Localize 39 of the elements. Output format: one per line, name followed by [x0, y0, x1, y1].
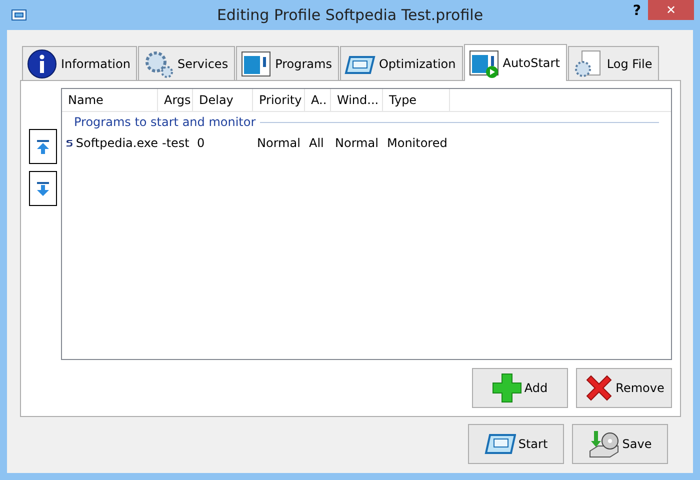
table-cell: -test [162, 136, 190, 150]
tab[interactable]: Programs [236, 46, 339, 80]
start-button[interactable]: Start [468, 424, 564, 464]
move-down-button[interactable] [29, 171, 57, 206]
down-arrow-icon [36, 180, 50, 196]
close-button[interactable]: ✕ [648, 0, 694, 20]
tab[interactable]: AutoStart [464, 44, 567, 81]
column-header[interactable]: Type [383, 89, 450, 111]
window-title: Editing Profile Softpedia Test.profile [216, 6, 484, 24]
move-up-button[interactable] [29, 129, 57, 164]
plus-icon [492, 373, 522, 403]
column-header[interactable]: A.. [305, 89, 331, 111]
up-arrow-icon [36, 138, 50, 154]
add-button[interactable]: Add [472, 368, 568, 408]
table-cell: Softpedia.exe [76, 136, 158, 150]
column-header[interactable]: Wind... [331, 89, 383, 111]
tab[interactable]: Information [22, 46, 138, 80]
table-cell: Normal [335, 136, 378, 150]
tab[interactable]: Log File [568, 46, 660, 80]
column-header[interactable]: Name [62, 89, 158, 111]
column-header[interactable]: Delay [193, 89, 253, 111]
remove-button[interactable]: Remove [576, 368, 672, 408]
window-icon [240, 48, 272, 78]
column-header[interactable]: Priority [253, 89, 305, 111]
table-cell: 0 [197, 136, 205, 150]
help-button[interactable]: ? [626, 2, 647, 20]
disk-drive-icon [588, 429, 620, 459]
window-icon [468, 48, 500, 78]
table-cell: All [309, 136, 324, 150]
tab[interactable]: Services [138, 46, 236, 80]
cross-icon [584, 373, 614, 403]
save-button[interactable]: Save [572, 424, 668, 464]
window-icon [11, 9, 27, 21]
table-cell: Normal [257, 136, 300, 150]
screen-icon [484, 433, 516, 455]
table-cell: Monitored [387, 136, 448, 150]
tab[interactable]: Optimization [340, 46, 463, 80]
group-header: Programs to start and monitor [74, 115, 256, 129]
column-header[interactable]: Args [158, 89, 193, 111]
